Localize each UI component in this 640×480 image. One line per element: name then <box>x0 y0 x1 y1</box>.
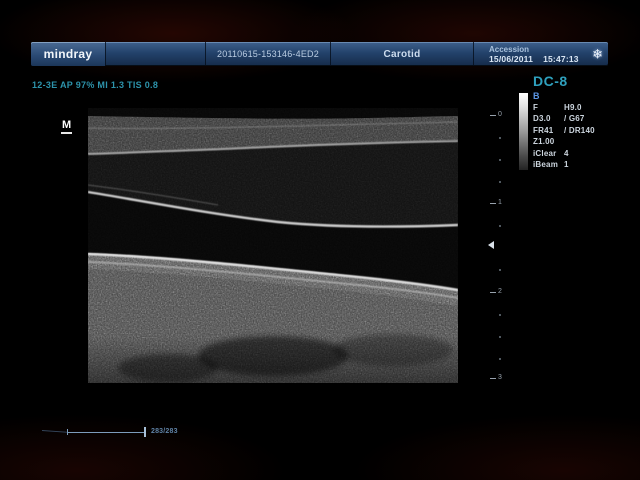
param-row-depth-gain: D3.0/ G67 <box>533 113 611 124</box>
cine-loop-bar: 283/283 <box>40 423 190 437</box>
cine-track[interactable] <box>68 432 144 433</box>
mode-badge: B <box>533 91 611 101</box>
date-text: 15/06/2011 <box>489 54 533 64</box>
exam-id-text: 20110615-153146-4ED2 <box>217 49 319 59</box>
depth-tick-label: 0 <box>498 111 502 119</box>
param-row-framerate-dr: FR41/ DR140 <box>533 125 611 136</box>
top-bar: mindray 20110615-153146-4ED2 Carotid Acc… <box>31 42 608 66</box>
time-text: 15:47:13 <box>543 54 579 64</box>
depth-tick-label: 1 <box>498 199 502 207</box>
param-value: H9.0 <box>564 103 582 112</box>
param-key: iBeam <box>533 159 564 170</box>
patient-info-cell <box>105 42 205 66</box>
probe-info-text: 12-3E AP 97% MI 1.3 TIS 0.8 <box>32 80 158 90</box>
cine-lead-line <box>42 430 68 433</box>
cine-position-marker[interactable] <box>144 427 146 437</box>
depth-tick-3: 3 <box>490 374 502 382</box>
tick-dash <box>490 292 496 293</box>
depth-minor-tick <box>499 336 501 338</box>
depth-minor-tick <box>499 358 501 360</box>
depth-minor-tick <box>499 225 501 227</box>
param-value: / G67 <box>564 114 585 123</box>
depth-tick-0: 0 <box>490 111 502 119</box>
exam-preset-label: Carotid <box>383 49 420 60</box>
tick-dash <box>490 203 496 204</box>
param-key: D3.0 <box>533 113 564 124</box>
depth-minor-tick <box>499 159 501 161</box>
param-row-zoom: Z1.00 <box>533 136 611 147</box>
accession-label: Accession <box>489 45 529 54</box>
depth-minor-tick <box>499 137 501 139</box>
ultrasound-image-canvas[interactable] <box>88 108 458 383</box>
depth-minor-tick <box>499 314 501 316</box>
tick-dash <box>490 115 496 116</box>
orientation-marker: M <box>61 120 72 134</box>
param-row-ibeam: iBeam1 <box>533 159 611 170</box>
depth-minor-tick <box>499 181 501 183</box>
ultrasound-image-render <box>88 108 458 383</box>
exam-id-cell: 20110615-153146-4ED2 <box>205 42 330 66</box>
depth-minor-tick <box>499 269 501 271</box>
param-value: 4 <box>564 149 569 158</box>
depth-tick-label: 3 <box>498 374 502 382</box>
freeze-icon[interactable]: ❄ <box>592 48 603 61</box>
ultrasound-screen: mindray 20110615-153146-4ED2 Carotid Acc… <box>0 0 640 480</box>
tick-dash <box>490 378 496 379</box>
focus-position-marker[interactable] <box>488 241 494 249</box>
param-row-frequency: FH9.0 <box>533 102 611 113</box>
cine-frame-counter: 283/283 <box>151 428 178 435</box>
grayscale-bar <box>519 93 528 170</box>
param-key: Z1.00 <box>533 136 564 147</box>
depth-tick-2: 2 <box>490 288 502 296</box>
exam-preset-cell[interactable]: Carotid <box>330 42 473 66</box>
param-row-iclear: iClear4 <box>533 148 611 159</box>
depth-ruler: 0 1 2 3 <box>486 108 512 383</box>
param-value: 1 <box>564 160 569 169</box>
accession-cell: Accession 15/06/2011 15:47:13 ❄ <box>473 42 608 66</box>
param-value: / DR140 <box>564 126 595 135</box>
depth-tick-label: 2 <box>498 288 502 296</box>
image-parameter-panel: B FH9.0 D3.0/ G67 FR41/ DR140 Z1.00 iCle… <box>533 91 611 170</box>
brand-logo-text: mindray <box>44 47 93 61</box>
param-key: FR41 <box>533 125 564 136</box>
datetime-text: 15/06/2011 15:47:13 <box>489 54 579 64</box>
param-key: iClear <box>533 148 564 159</box>
param-key: F <box>533 102 564 113</box>
system-model-label: DC-8 <box>533 73 568 89</box>
depth-tick-1: 1 <box>490 199 502 207</box>
brand-logo: mindray <box>31 42 105 66</box>
